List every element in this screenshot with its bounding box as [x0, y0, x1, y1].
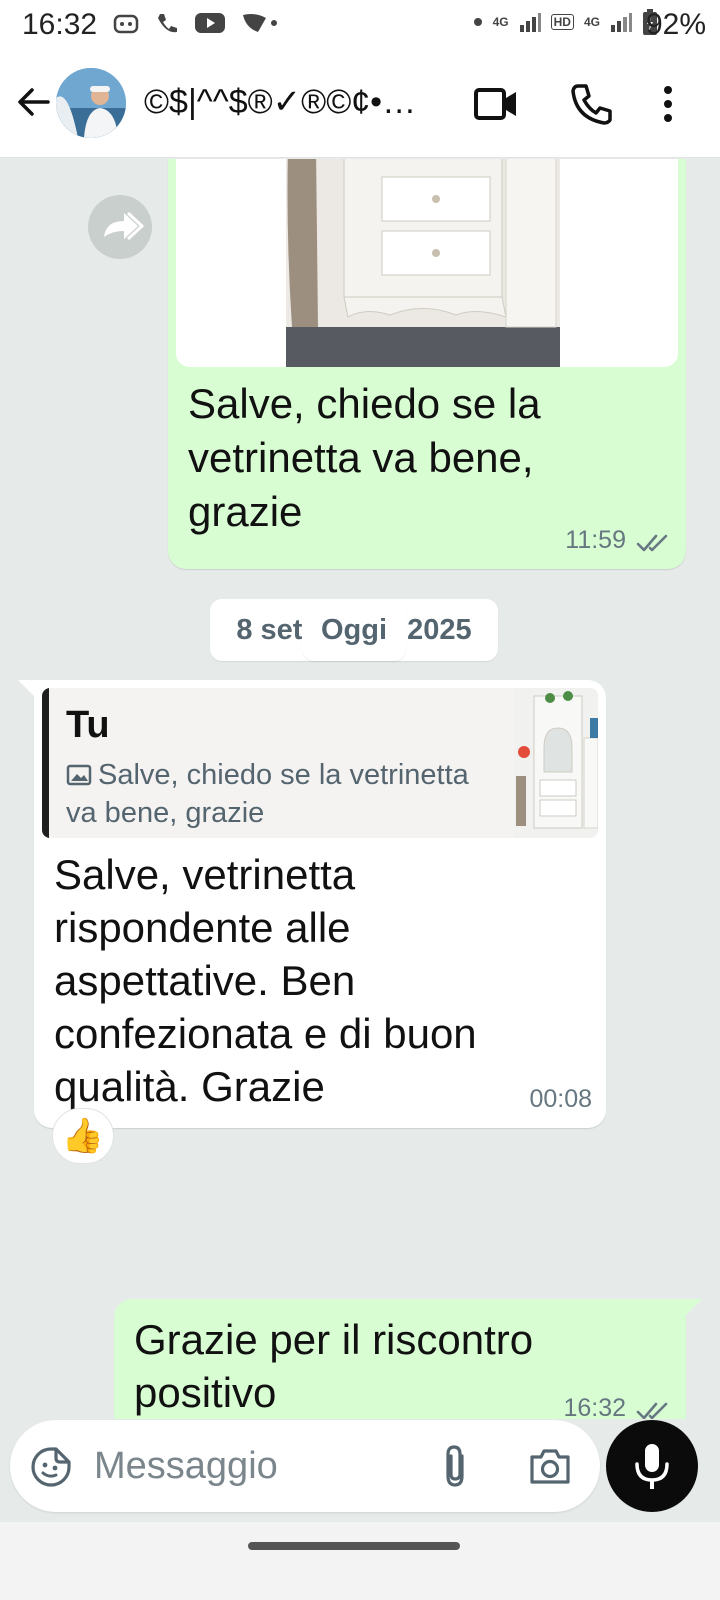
avatar[interactable] — [56, 68, 126, 138]
voice-message-button[interactable] — [606, 1420, 698, 1512]
sticker-icon[interactable] — [30, 1446, 72, 1488]
message-time: 16:32 — [563, 1394, 626, 1419]
contact-name[interactable]: ©$|^^$®✓®©¢•… — [144, 82, 454, 122]
signal-icon-2 — [611, 13, 632, 32]
quote-bar — [42, 688, 49, 838]
system-navigation-bar — [0, 1522, 720, 1600]
more-vert-icon[interactable] — [658, 82, 678, 126]
status-bar: 16:32 4G HD 4G 92% — [0, 0, 720, 50]
radar-icon — [243, 14, 277, 32]
home-indicator[interactable] — [248, 1542, 460, 1550]
read-ticks-icon — [636, 1402, 668, 1419]
cabinet-photo — [176, 159, 678, 367]
youtube-icon — [195, 13, 225, 33]
dot-icon — [473, 18, 482, 26]
wifi-call-icon — [158, 14, 177, 33]
message-text: Salve, chiedo se la vetrinetta va bene, … — [188, 380, 541, 535]
back-arrow-icon[interactable] — [14, 82, 54, 122]
cabinet-thumbnail — [514, 688, 598, 838]
mic-icon — [635, 1444, 669, 1489]
quote-author: Tu — [66, 704, 110, 746]
phone-icon[interactable] — [570, 82, 614, 126]
battery-percent: 92% — [645, 8, 706, 41]
quote-text: Salve, chiedo se la vetrinetta va bene, … — [66, 759, 469, 829]
outgoing-message[interactable]: Salve, chiedo se la vetrinetta va bene, … — [168, 159, 686, 569]
message-text: Grazie per il riscontro positivo — [134, 1316, 534, 1416]
image-attachment[interactable] — [176, 159, 678, 367]
avatar-photo — [56, 68, 126, 138]
attach-icon[interactable] — [438, 1444, 472, 1488]
status-time: 16:32 — [22, 8, 98, 41]
reaction-badge[interactable]: 👍 — [52, 1108, 114, 1164]
camera-icon[interactable] — [528, 1446, 572, 1486]
outgoing-message[interactable]: Grazie per il riscontro positivo 16:32 — [114, 1299, 702, 1419]
quote-preview: Salve, chiedo se la vetrinetta va bene, … — [66, 756, 476, 832]
message-input[interactable] — [94, 1440, 414, 1492]
network-type-2: 4G — [583, 15, 600, 29]
network-type-1: 4G — [492, 15, 509, 29]
date-separator-today: Oggi — [302, 599, 406, 661]
chat-header: ©$|^^$®✓®©¢•… — [0, 50, 720, 158]
signal-icon — [519, 13, 541, 32]
incoming-message[interactable]: Tu Salve, chiedo se la vetrinetta va ben… — [18, 680, 606, 1128]
video-call-icon[interactable] — [474, 84, 518, 124]
image-icon — [66, 764, 92, 786]
hd-badge: HD — [550, 14, 574, 30]
message-list[interactable]: Salve, chiedo se la vetrinetta va bene, … — [0, 159, 720, 1419]
composer — [10, 1420, 600, 1512]
forward-button[interactable] — [88, 195, 152, 259]
quoted-message[interactable]: Tu Salve, chiedo se la vetrinetta va ben… — [42, 688, 598, 838]
discord-icon — [113, 14, 139, 34]
quote-thumbnail — [514, 688, 598, 838]
message-time: 00:08 — [529, 1085, 592, 1113]
message-text: Salve, vetrinetta rispondente alle aspet… — [54, 851, 477, 1110]
forward-icon — [104, 211, 145, 241]
message-time: 11:59 — [565, 526, 626, 554]
read-ticks-icon — [636, 534, 668, 552]
